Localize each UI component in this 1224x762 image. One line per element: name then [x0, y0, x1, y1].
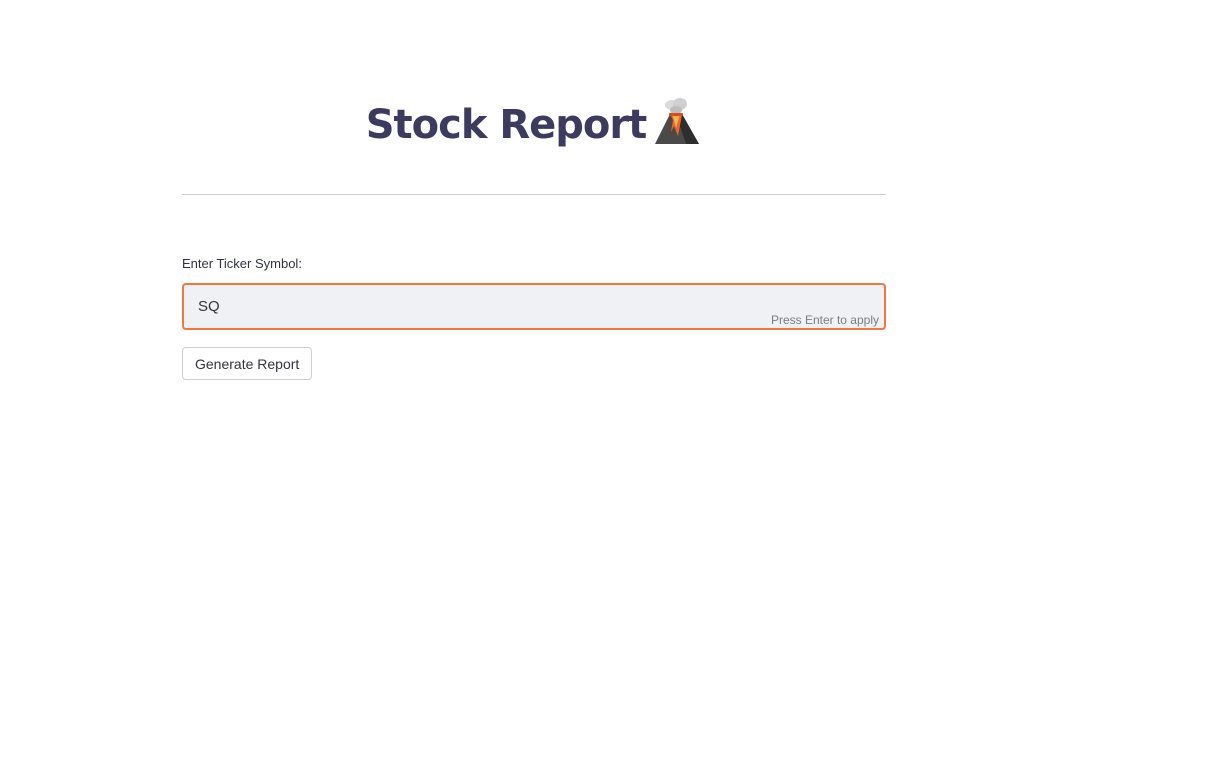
title-row: Stock Report	[182, 96, 886, 154]
app-page: Stock Report Enter Ticker Symbol: SQ Pre…	[0, 0, 1224, 762]
generate-report-button[interactable]: Generate Report	[182, 347, 313, 380]
ticker-input[interactable]	[198, 285, 738, 328]
volcano-icon	[652, 96, 702, 148]
divider	[182, 194, 886, 195]
page-title: Stock Report	[365, 102, 648, 148]
input-hint: Press Enter to apply	[770, 313, 879, 327]
ticker-input-container[interactable]: Press Enter to apply	[182, 283, 886, 330]
ticker-label: Enter Ticker Symbol:	[182, 256, 302, 271]
